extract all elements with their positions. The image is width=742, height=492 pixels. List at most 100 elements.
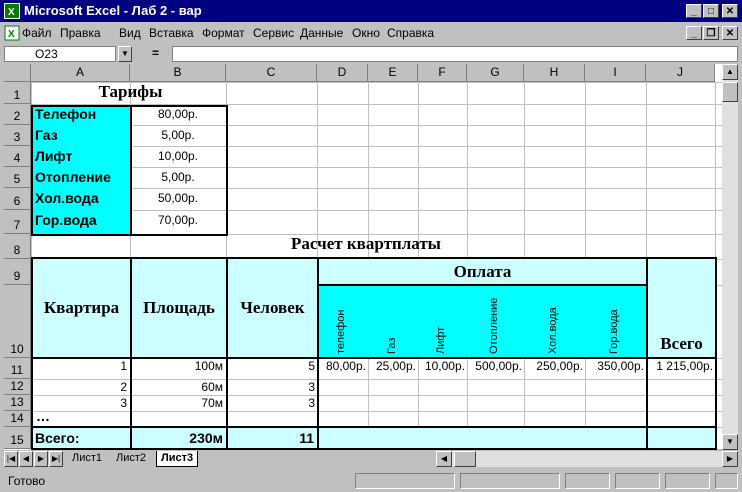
- hscroll-right-icon[interactable]: ▶: [722, 451, 738, 467]
- column-header-j[interactable]: J: [646, 64, 715, 82]
- payment-value: 350,00р.: [597, 359, 644, 373]
- scroll-down-icon[interactable]: ▼: [722, 434, 738, 450]
- column-header-d[interactable]: D: [317, 64, 368, 82]
- menu-window[interactable]: Окно: [352, 26, 380, 40]
- apartment-area: 70м: [201, 396, 223, 410]
- formula-equals[interactable]: =: [152, 46, 159, 60]
- doc-restore-button[interactable]: ❐: [703, 26, 719, 40]
- row-header-14[interactable]: 14: [4, 411, 31, 427]
- sheet-tabs-bar: |◀ ◀ ▶ ▶| Лист1 Лист2 Лист3 ◀ ▶: [0, 450, 742, 468]
- tariff-value: 70,00р.: [157, 213, 199, 227]
- payment-value: 25,00р.: [375, 359, 416, 373]
- payment-col-header: Газ: [386, 337, 398, 354]
- menu-view[interactable]: Вид: [119, 26, 141, 40]
- row-header-10[interactable]: 10: [4, 285, 31, 358]
- tab-prev-icon[interactable]: ◀: [19, 451, 33, 467]
- header-payment: Оплата: [453, 262, 512, 281]
- row-header-9[interactable]: 9: [4, 259, 31, 285]
- tab-sheet3[interactable]: Лист3: [156, 451, 199, 467]
- tab-sheet2[interactable]: Лист2: [112, 451, 150, 466]
- apartment-area: 100м: [194, 359, 223, 373]
- tab-last-icon[interactable]: ▶|: [49, 451, 63, 467]
- formula-bar: O23 ▼ =: [0, 44, 742, 64]
- workbook-icon[interactable]: X: [4, 25, 20, 41]
- total-area: 230м: [189, 430, 223, 446]
- row-header-7[interactable]: 7: [4, 210, 31, 234]
- tariff-name: Лифт: [35, 148, 73, 164]
- row-header-13[interactable]: 13: [4, 395, 31, 411]
- header-people: Человек: [240, 298, 305, 317]
- maximize-button[interactable]: □: [703, 4, 719, 18]
- scroll-up-icon[interactable]: ▲: [722, 64, 738, 80]
- excel-app-icon[interactable]: X: [4, 3, 20, 19]
- tab-next-icon[interactable]: ▶: [34, 451, 48, 467]
- tariff-name: Хол.вода: [35, 190, 99, 206]
- column-header-g[interactable]: G: [467, 64, 524, 82]
- header-area: Площадь: [143, 298, 215, 317]
- formula-input[interactable]: [172, 46, 738, 62]
- menu-data[interactable]: Данные: [300, 26, 343, 40]
- column-header-f[interactable]: F: [418, 64, 467, 82]
- menu-format[interactable]: Формат: [202, 26, 245, 40]
- row-header-2[interactable]: 2: [4, 104, 31, 125]
- menu-tools[interactable]: Сервис: [253, 26, 294, 40]
- column-header-i[interactable]: I: [585, 64, 646, 82]
- spreadsheet-grid[interactable]: Тарифы Телефон 80,00р. Газ 5,00р. Лифт 10,00р…: [4, 64, 722, 450]
- title-bar: X Microsoft Excel - Лаб 2 - вар _ □ ✕: [0, 0, 742, 22]
- menu-edit[interactable]: Правка: [60, 26, 101, 40]
- apartment-number: 1: [120, 359, 127, 373]
- column-header-a[interactable]: A: [31, 64, 130, 82]
- svg-text:X: X: [8, 29, 15, 40]
- scroll-thumb[interactable]: [722, 82, 738, 102]
- payment-value: 80,00р.: [325, 359, 366, 373]
- row-header-6[interactable]: 6: [4, 188, 31, 210]
- doc-close-button[interactable]: ✕: [722, 26, 738, 40]
- row-header-8[interactable]: 8: [4, 234, 31, 259]
- minimize-button[interactable]: _: [686, 4, 702, 18]
- row-header-15[interactable]: 15: [4, 427, 31, 449]
- tariff-value: 5,00р.: [161, 128, 195, 142]
- row-header-3[interactable]: 3: [4, 125, 31, 146]
- menu-bar: X Файл Правка Вид Вставка Формат Сервис …: [0, 22, 742, 44]
- menu-insert[interactable]: Вставка: [149, 26, 194, 40]
- payment-col-header: Отопление: [488, 297, 500, 354]
- row-total: 1 215,00р.: [656, 359, 713, 373]
- horizontal-scrollbar[interactable]: ◀ ▶: [436, 451, 738, 467]
- tab-sheet1[interactable]: Лист1: [68, 451, 106, 466]
- row-header-1[interactable]: 1: [4, 82, 31, 104]
- tariff-value: 5,00р.: [161, 170, 195, 184]
- row-header-12[interactable]: 12: [4, 379, 31, 395]
- tariffs-title: Тарифы: [98, 82, 163, 101]
- hscroll-thumb[interactable]: [454, 451, 476, 467]
- menu-file[interactable]: Файл: [22, 26, 52, 40]
- column-header-e[interactable]: E: [368, 64, 418, 82]
- close-button[interactable]: ✕: [722, 4, 738, 18]
- window-title: Microsoft Excel - Лаб 2 - вар: [24, 3, 202, 18]
- payment-col-header: Гор.вода: [608, 309, 620, 354]
- tariff-name: Телефон: [35, 106, 97, 122]
- apartment-people: 5: [308, 359, 315, 373]
- column-header-h[interactable]: H: [524, 64, 585, 82]
- payment-col-header: Лифт: [435, 326, 447, 354]
- row-header-11[interactable]: 11: [4, 358, 31, 379]
- calc-title: Расчет квартплаты: [291, 234, 441, 253]
- tab-first-icon[interactable]: |◀: [4, 451, 18, 467]
- row-header-4[interactable]: 4: [4, 146, 31, 167]
- tariff-name: Газ: [35, 127, 58, 143]
- row-header-5[interactable]: 5: [4, 167, 31, 188]
- doc-minimize-button[interactable]: _: [686, 26, 702, 40]
- column-header-c[interactable]: C: [226, 64, 317, 82]
- column-header-b[interactable]: B: [130, 64, 226, 82]
- select-all-corner[interactable]: [4, 64, 31, 82]
- total-people: 11: [299, 430, 314, 446]
- status-text: Готово: [8, 474, 46, 488]
- header-total: Всего: [660, 334, 703, 353]
- payment-col-header: Хол.вода: [547, 307, 559, 354]
- payment-value: 500,00р.: [475, 359, 522, 373]
- name-box[interactable]: O23: [4, 46, 116, 62]
- name-box-dropdown-icon[interactable]: ▼: [118, 46, 132, 62]
- hscroll-left-icon[interactable]: ◀: [436, 451, 452, 467]
- status-bar: Готово: [0, 470, 742, 492]
- menu-help[interactable]: Справка: [387, 26, 434, 40]
- vertical-scrollbar[interactable]: ▲ ▼: [722, 64, 738, 450]
